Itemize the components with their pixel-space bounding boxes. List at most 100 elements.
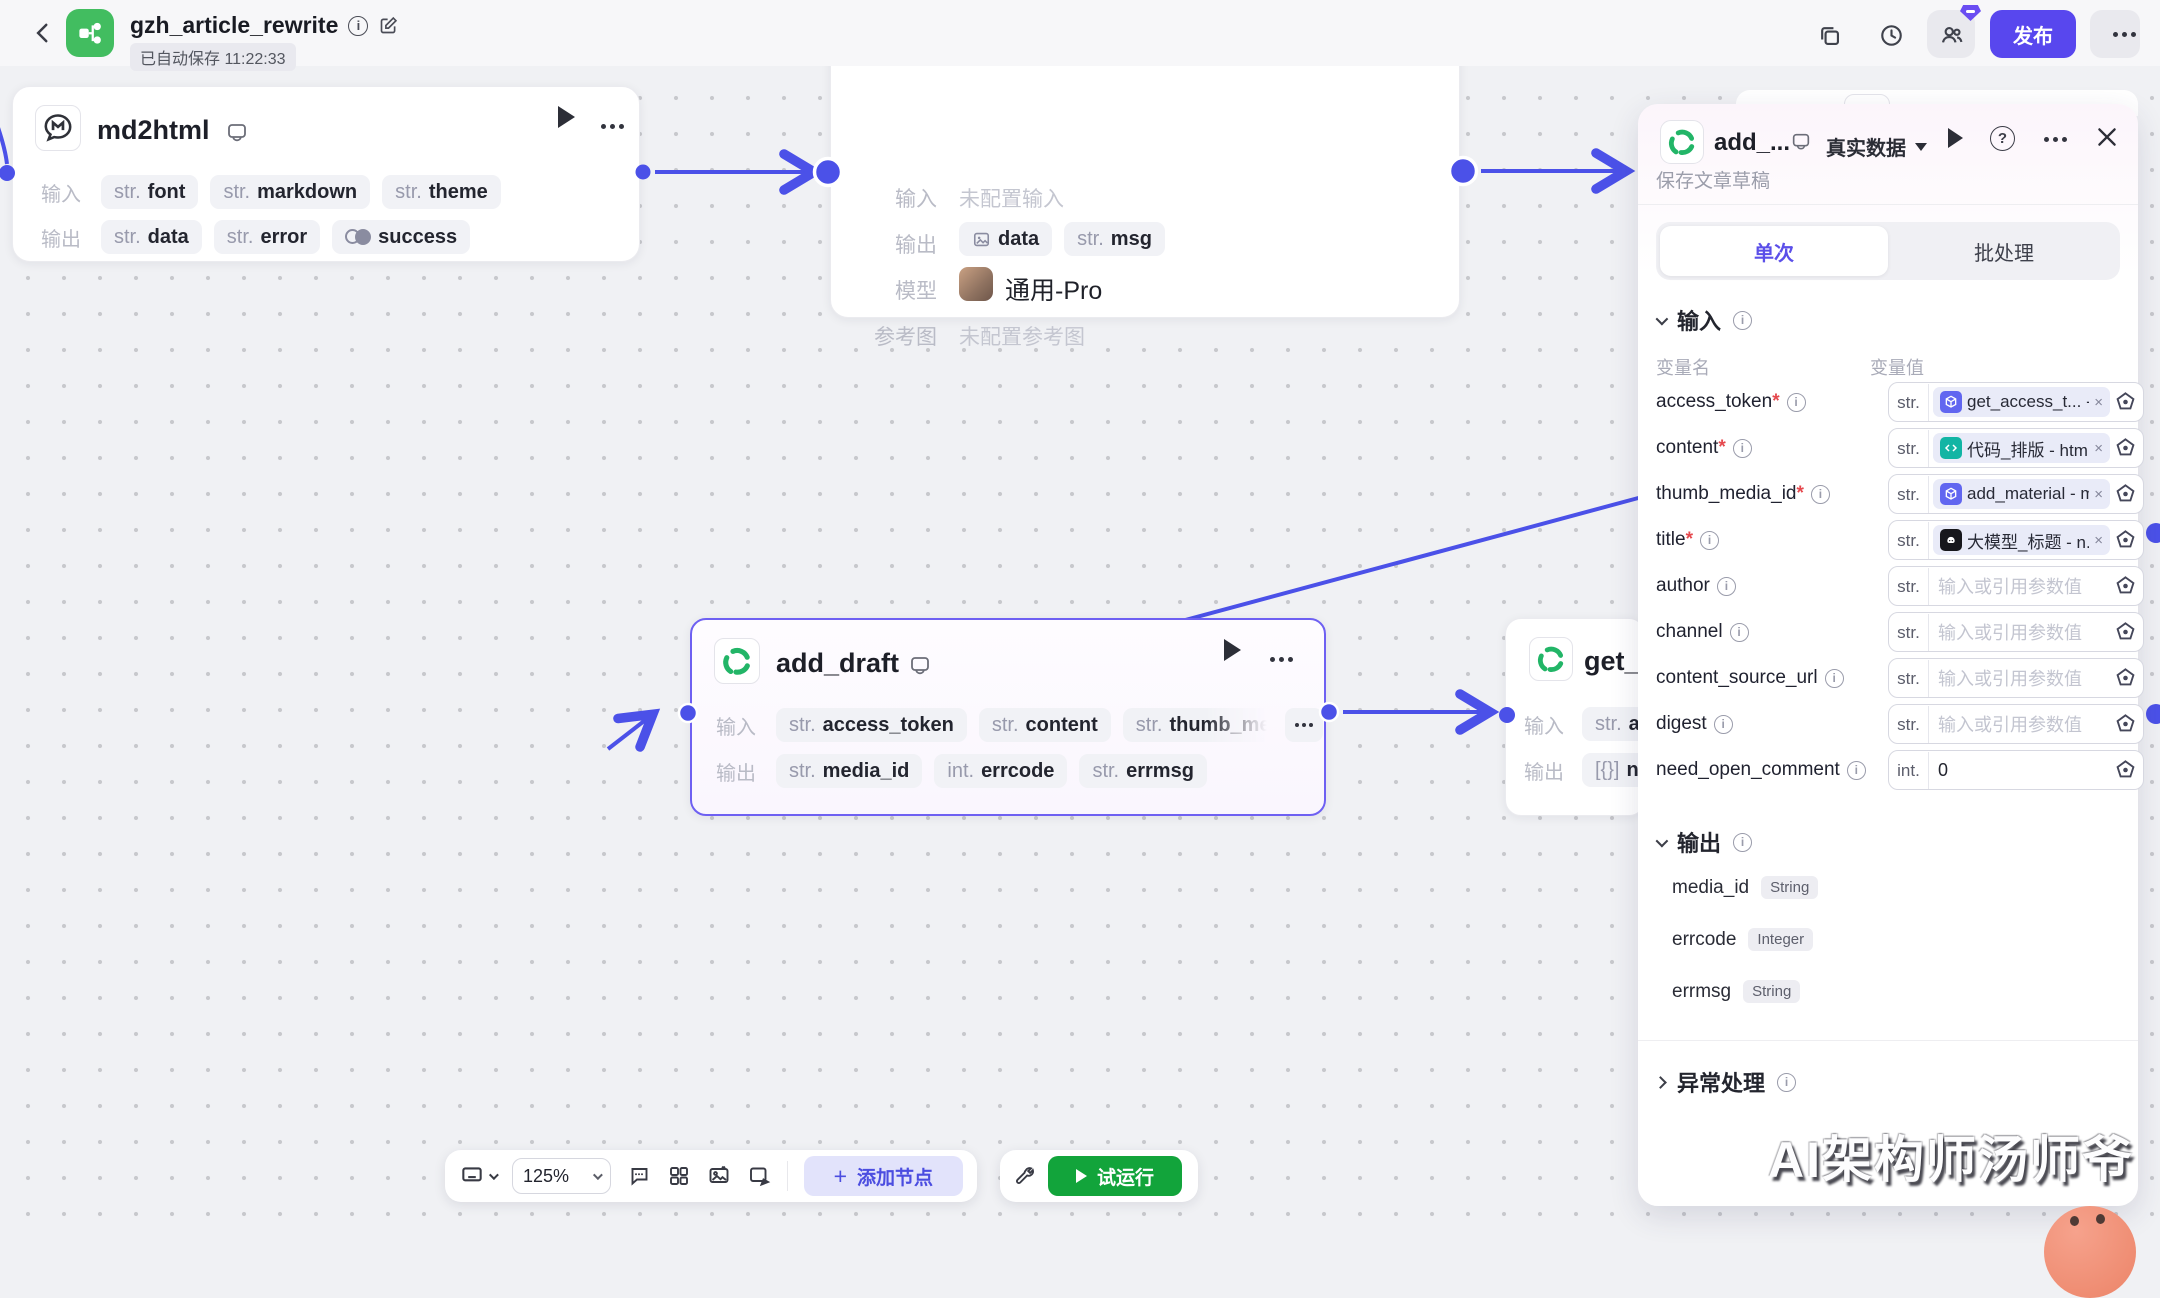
param-value-field[interactable]: str. 代码_排版 - html×	[1888, 428, 2144, 468]
panel-menu-icon[interactable]	[2044, 137, 2049, 142]
node-md2html[interactable]: md2html 输入 str.font str.markdown str.the…	[12, 86, 640, 262]
copy-workflow-icon[interactable]	[1816, 22, 1843, 49]
header-more-button[interactable]	[2090, 10, 2140, 58]
info-icon[interactable]	[1733, 311, 1752, 330]
remove-reference-icon[interactable]: ×	[2094, 394, 2103, 411]
param-value-field[interactable]: str. 大模型_标题 - n...×	[1888, 520, 2144, 560]
param-tag-truncated: str.thumb_me	[1123, 708, 1273, 742]
store-icon	[1790, 131, 1812, 153]
tab-batch[interactable]: 批处理	[1892, 226, 2116, 276]
reference-selector-icon[interactable]	[2113, 758, 2138, 783]
export-image-icon[interactable]	[707, 1164, 731, 1188]
info-icon[interactable]	[1787, 393, 1806, 412]
type-label: str.	[1889, 706, 1929, 743]
param-row: author str. 输入或引用参数值	[1656, 566, 2126, 612]
node-menu-icon[interactable]	[601, 124, 606, 129]
type-badge: String	[1761, 876, 1818, 899]
model-name: 通用-Pro	[1005, 271, 1102, 307]
info-icon[interactable]	[1847, 761, 1866, 780]
param-value-field[interactable]: int. 0	[1888, 750, 2144, 790]
type-badge: Integer	[1748, 928, 1813, 951]
output-label: 输出	[716, 757, 764, 786]
node-title: add_draft	[776, 648, 899, 679]
info-icon[interactable]	[1825, 669, 1844, 688]
plus-icon: +	[834, 1163, 847, 1190]
info-icon[interactable]	[1777, 1073, 1796, 1092]
reference-chip[interactable]: get_access_t... -×	[1933, 387, 2110, 417]
param-value-field[interactable]: str. get_access_t... -×	[1888, 382, 2144, 422]
zoom-level-dropdown[interactable]: 125%	[512, 1158, 611, 1194]
info-icon[interactable]	[1811, 485, 1830, 504]
help-icon[interactable]: ?	[1990, 126, 2015, 151]
param-value-field[interactable]: str. 输入或引用参数值	[1888, 566, 2144, 606]
info-icon[interactable]	[1733, 833, 1752, 852]
frame-select-icon[interactable]	[747, 1164, 771, 1188]
input-empty-text: 未配置输入	[959, 183, 1064, 213]
param-tag: str.msg	[1064, 222, 1165, 256]
data-mode-dropdown[interactable]: 真实数据	[1826, 132, 1927, 161]
reference-selector-icon[interactable]	[2113, 482, 2138, 507]
reference-selector-icon[interactable]	[2113, 436, 2138, 461]
add-node-button[interactable]: + 添加节点	[804, 1156, 963, 1196]
info-icon[interactable]	[348, 16, 368, 36]
reference-selector-icon[interactable]	[2113, 712, 2138, 737]
info-icon[interactable]	[1733, 439, 1752, 458]
tab-single[interactable]: 单次	[1660, 226, 1888, 276]
remove-reference-icon[interactable]: ×	[2094, 440, 2103, 457]
info-icon[interactable]	[1700, 531, 1719, 550]
reference-chip[interactable]: 代码_排版 - html×	[1933, 433, 2110, 463]
info-icon[interactable]	[1717, 577, 1736, 596]
close-icon[interactable]	[2094, 124, 2120, 150]
node-get[interactable]: get_ 输入 str.a 输出 [{}]n	[1505, 618, 1645, 816]
run-node-icon[interactable]	[558, 106, 575, 128]
param-value-field[interactable]: str. add_material - m..×	[1888, 474, 2144, 514]
collaboration-button[interactable]	[1927, 10, 1975, 58]
reference-selector-icon[interactable]	[2113, 390, 2138, 415]
param-value-field[interactable]: str. 输入或引用参数值	[1888, 704, 2144, 744]
info-icon[interactable]	[1730, 623, 1749, 642]
comment-icon[interactable]	[627, 1164, 651, 1188]
param-row: thumb_media_id* str. add_material - m..×	[1656, 474, 2126, 520]
param-value-field[interactable]: str. 输入或引用参数值	[1888, 658, 2144, 698]
model-label: 模型	[895, 275, 937, 305]
info-icon[interactable]	[1714, 715, 1733, 734]
param-tag: str.error	[214, 220, 320, 254]
reference-selector-icon[interactable]	[2113, 666, 2138, 691]
run-node-icon[interactable]	[1224, 639, 1241, 661]
reference-chip[interactable]: add_material - m..×	[1933, 479, 2110, 509]
debug-wrench-icon[interactable]	[1012, 1164, 1036, 1188]
remove-reference-icon[interactable]: ×	[2094, 486, 2103, 503]
test-run-button[interactable]: 试运行	[1048, 1156, 1182, 1196]
publish-button[interactable]: 发布	[1990, 10, 2076, 58]
reference-selector-icon[interactable]	[2113, 528, 2138, 553]
edit-title-icon[interactable]	[378, 15, 399, 36]
node-add-draft[interactable]: add_draft 输入 str.access_token str.conten…	[690, 618, 1326, 816]
layout-grid-icon[interactable]	[667, 1164, 691, 1188]
output-section-header[interactable]: 输出	[1656, 826, 1752, 858]
canvas-toolbar: 125% + 添加节点	[445, 1150, 977, 1202]
output-label: 输出	[1524, 756, 1570, 785]
back-button[interactable]	[30, 20, 56, 46]
history-icon[interactable]	[1878, 22, 1905, 49]
display-mode-icon[interactable]	[459, 1163, 496, 1189]
param-tag: str.font	[101, 175, 198, 209]
reference-chip[interactable]: 大模型_标题 - n...×	[1933, 525, 2110, 555]
more-params-icon[interactable]	[1285, 708, 1323, 742]
param-tag: str.data	[101, 220, 202, 254]
reference-image-label: 参考图	[874, 321, 937, 351]
reference-selector-icon[interactable]	[2113, 620, 2138, 645]
value-text: 0	[1929, 760, 1948, 781]
autosave-status: 已自动保存 11:22:33	[130, 43, 296, 71]
remove-reference-icon[interactable]: ×	[2094, 532, 2103, 549]
output-label: 输出	[895, 229, 937, 259]
panel-run-icon[interactable]	[1948, 128, 1963, 148]
node-image-gen[interactable]: 输入 未配置输入 输出 data str.msg 模型 通用-Pro 参考图 未…	[830, 40, 1460, 318]
get-node-icon	[1529, 637, 1573, 681]
output-item: errmsgString	[1672, 980, 1800, 1003]
input-section-header[interactable]: 输入	[1656, 304, 1752, 336]
param-value-field[interactable]: str. 输入或引用参数值	[1888, 612, 2144, 652]
node-menu-icon[interactable]	[1270, 657, 1275, 662]
type-label: str.	[1889, 522, 1929, 559]
exception-section-header[interactable]: 异常处理	[1656, 1066, 1796, 1098]
reference-selector-icon[interactable]	[2113, 574, 2138, 599]
